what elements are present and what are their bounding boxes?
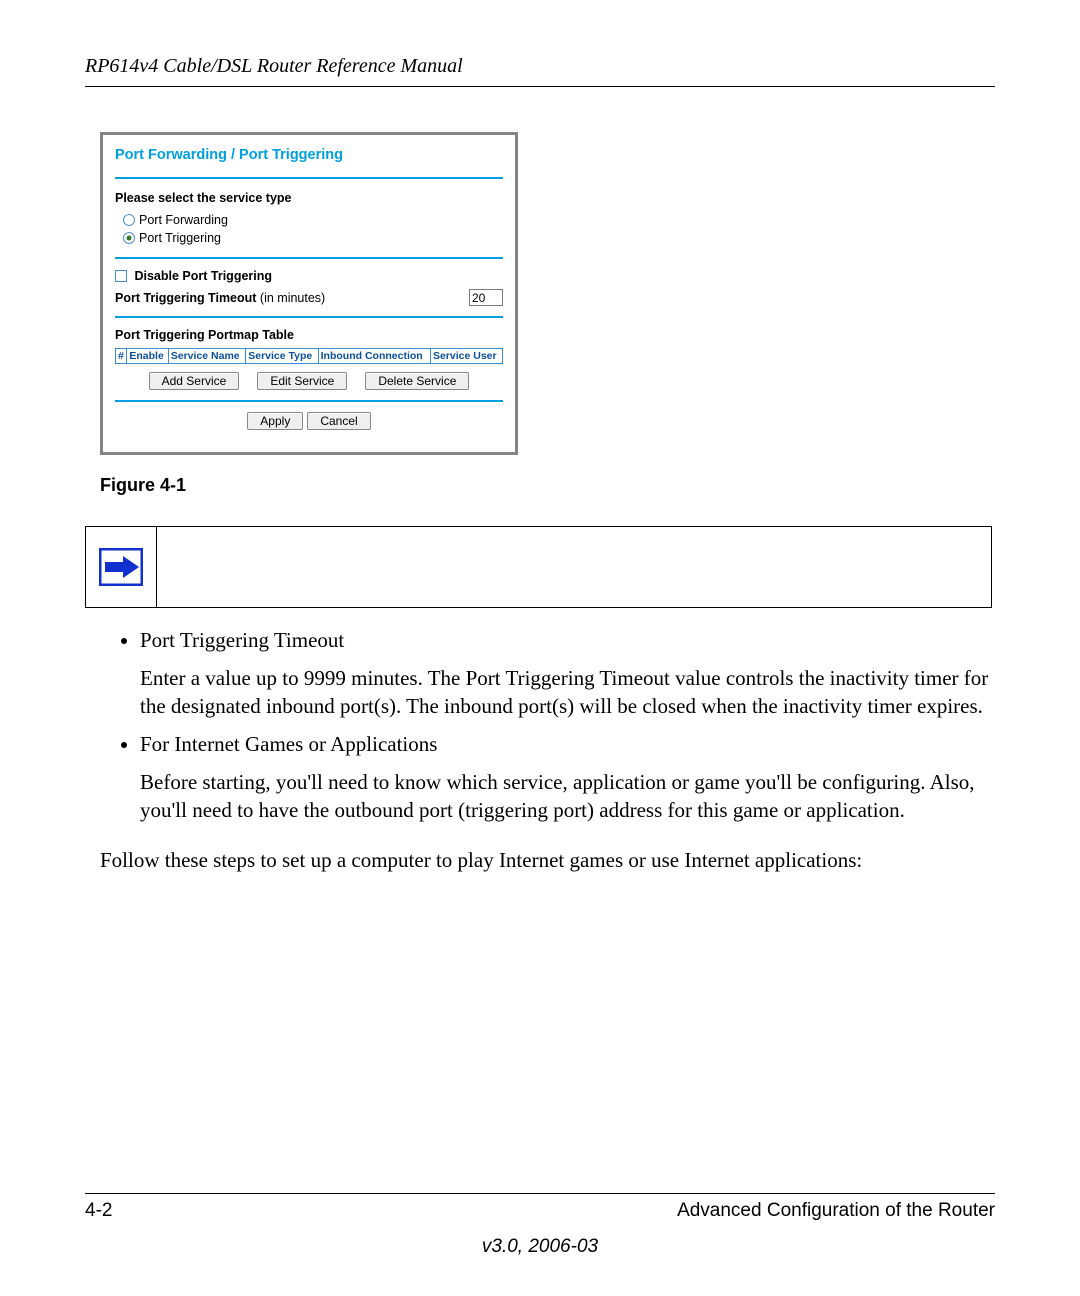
portmap-table: # Enable Service Name Service Type Inbou… <box>115 348 503 364</box>
list-item: For Internet Games or Applications Befor… <box>140 732 995 824</box>
arrow-right-icon <box>86 527 157 607</box>
bullet-desc: Before starting, you'll need to know whi… <box>140 769 995 824</box>
radio-icon <box>123 232 135 244</box>
service-type-label: Please select the service type <box>115 191 503 205</box>
follow-para: Follow these steps to set up a computer … <box>100 847 995 875</box>
running-header: RP614v4 Cable/DSL Router Reference Manua… <box>85 55 995 87</box>
divider <box>115 257 503 259</box>
divider <box>115 400 503 402</box>
timeout-input[interactable] <box>469 289 503 306</box>
col-enable: Enable <box>127 349 168 364</box>
bullet-term: Port Triggering Timeout <box>140 628 344 652</box>
radio-port-forwarding[interactable]: Port Forwarding <box>115 211 503 229</box>
footer-rule <box>85 1193 995 1194</box>
radio-label: Port Forwarding <box>139 213 228 227</box>
add-service-button[interactable]: Add Service <box>149 372 240 390</box>
checkbox-icon <box>115 270 127 282</box>
radio-icon <box>123 214 135 226</box>
timeout-label: Port Triggering Timeout (in minutes) <box>115 291 325 305</box>
footer-version: v3.0, 2006-03 <box>85 1236 995 1258</box>
apply-button[interactable]: Apply <box>247 412 303 430</box>
router-screenshot: Port Forwarding / Port Triggering Please… <box>100 132 518 455</box>
bullet-term: For Internet Games or Applications <box>140 732 437 756</box>
screenshot-title: Port Forwarding / Port Triggering <box>115 145 503 179</box>
divider <box>115 316 503 318</box>
disable-label: Disable Port Triggering <box>134 269 272 283</box>
figure-caption: Figure 4-1 <box>100 475 995 496</box>
cancel-button[interactable]: Cancel <box>307 412 370 430</box>
radio-port-triggering[interactable]: Port Triggering <box>115 229 503 247</box>
col-service-name: Service Name <box>168 349 246 364</box>
footer-section: Advanced Configuration of the Router <box>677 1200 995 1222</box>
list-item: Port Triggering Timeout Enter a value up… <box>140 628 995 720</box>
note-box <box>85 526 992 608</box>
col-service-type: Service Type <box>246 349 318 364</box>
col-service-user: Service User <box>430 349 502 364</box>
bullet-desc: Enter a value up to 9999 minutes. The Po… <box>140 665 995 720</box>
col-inbound: Inbound Connection <box>318 349 430 364</box>
disable-triggering-row[interactable]: Disable Port Triggering <box>115 269 503 283</box>
radio-label: Port Triggering <box>139 231 221 245</box>
page-number: 4-2 <box>85 1200 112 1222</box>
portmap-label: Port Triggering Portmap Table <box>115 328 503 342</box>
delete-service-button[interactable]: Delete Service <box>365 372 469 390</box>
edit-service-button[interactable]: Edit Service <box>257 372 347 390</box>
col-num: # <box>116 349 127 364</box>
